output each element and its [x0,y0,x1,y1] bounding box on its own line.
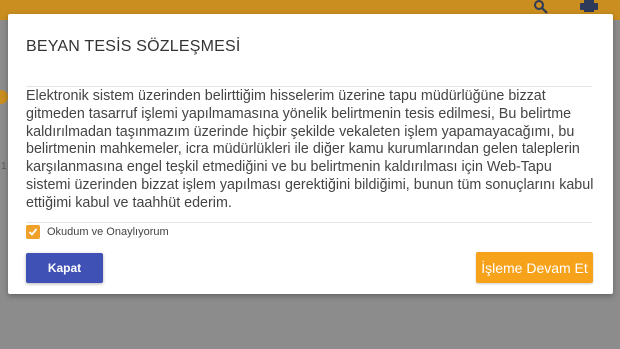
background-digit: 1 [1,161,7,172]
divider [26,86,592,87]
printer-icon[interactable] [580,0,598,12]
modal-title: BEYAN TESİS SÖZLEŞMESİ [26,38,241,55]
consent-checkbox-row[interactable]: Okudum ve Onaylıyorum [26,224,169,240]
declaration-modal: BEYAN TESİS SÖZLEŞMESİ Elektronik sistem… [8,14,613,294]
consent-label: Okudum ve Onaylıyorum [47,226,169,238]
close-button[interactable]: Kapat [26,253,103,283]
checkmark-icon [28,228,38,236]
continue-button[interactable]: İşleme Devam Et [476,252,593,283]
consent-checkbox[interactable] [26,225,40,239]
modal-body-text: Elektronik sistem üzerinden belirttiğim … [26,88,594,211]
divider [26,222,592,223]
search-icon[interactable] [534,0,548,14]
